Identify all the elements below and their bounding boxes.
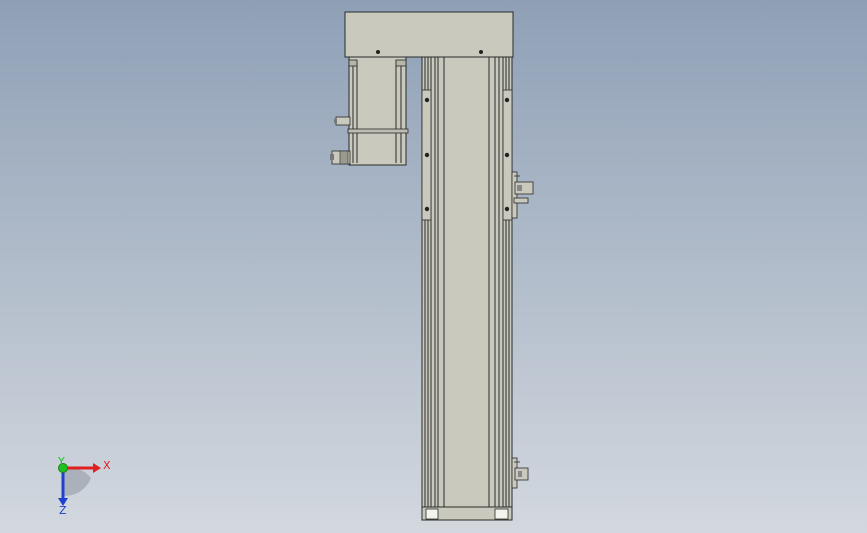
y-axis-label: Y: [57, 455, 65, 468]
z-axis-label: Z: [59, 504, 67, 517]
top-mounting-plate[interactable]: [344, 11, 514, 58]
linear-actuator-model[interactable]: X Y Z: [0, 0, 867, 533]
lower-sensor-bracket[interactable]: [511, 457, 529, 489]
reference-triad: X Y Z: [57, 455, 111, 517]
x-axis-label: X: [103, 459, 111, 472]
left-guide-strip[interactable]: [421, 89, 432, 221]
upper-sensor-bracket[interactable]: [511, 171, 534, 219]
servo-motor[interactable]: [330, 56, 409, 166]
right-carriage-strip[interactable]: [502, 89, 513, 221]
graphics-viewport[interactable]: X Y Z: [0, 0, 867, 533]
linear-rail-body[interactable]: [421, 56, 513, 521]
x-axis-arrowhead-icon: [93, 463, 101, 473]
